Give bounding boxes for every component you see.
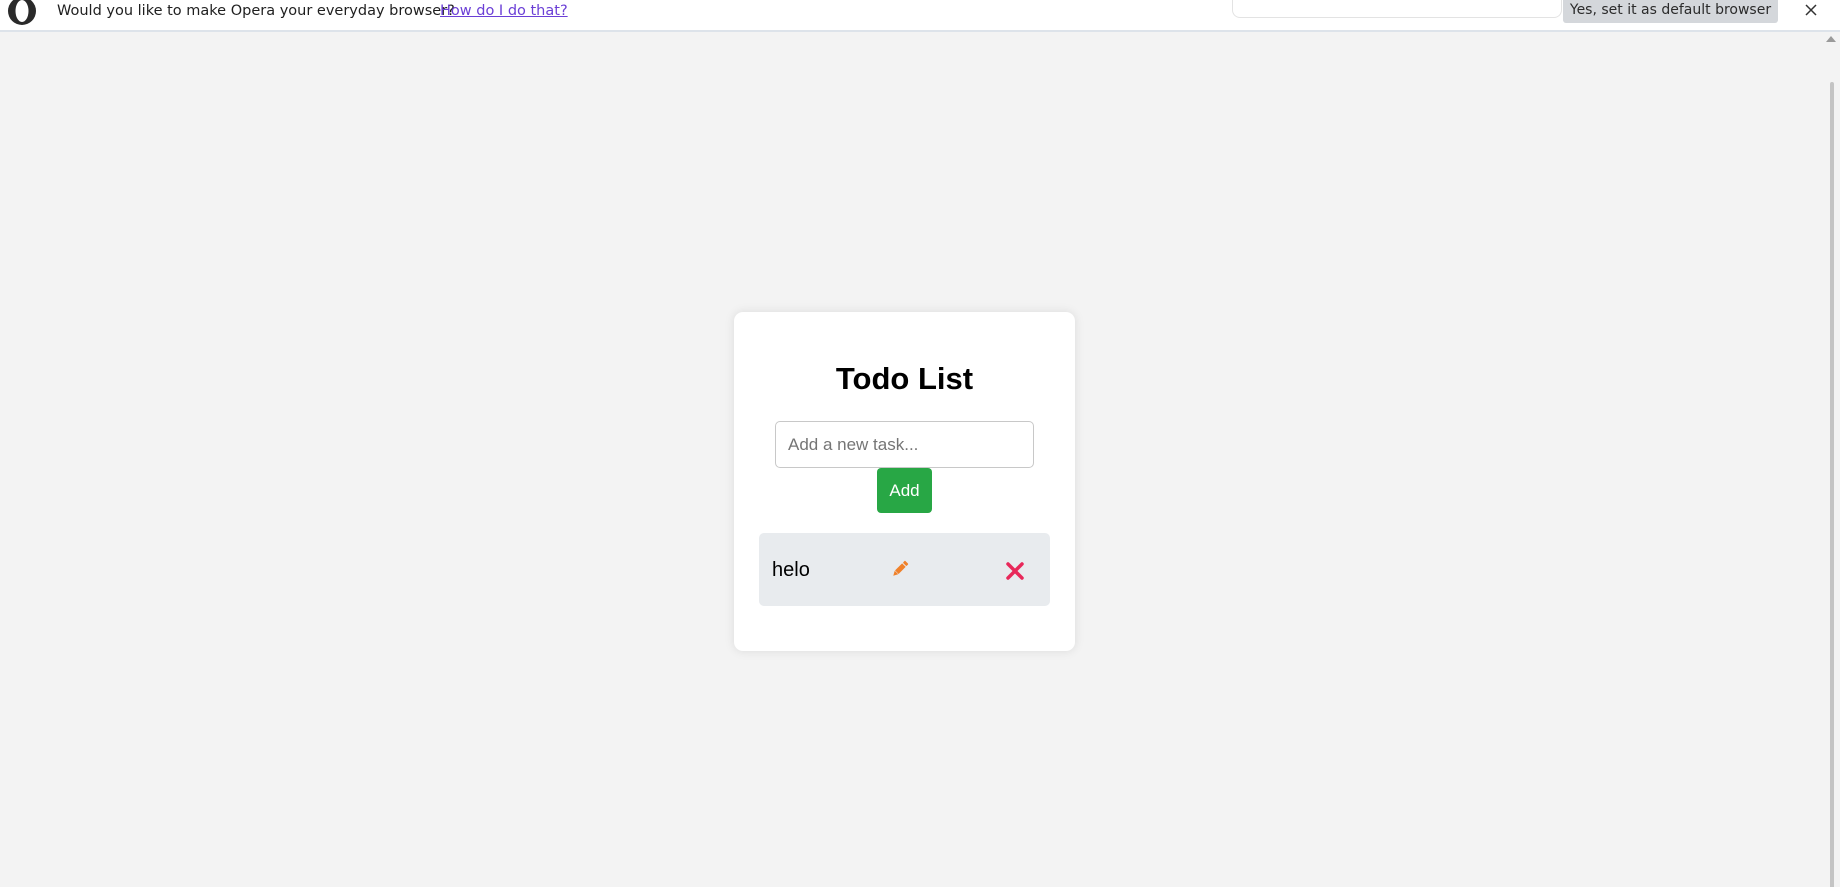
add-task-button[interactable]: Add bbox=[877, 468, 932, 513]
how-do-i-do-that-link[interactable]: How do I do that? bbox=[440, 3, 568, 19]
default-browser-infobar: Would you like to make Opera your everyd… bbox=[0, 0, 1840, 32]
infobar-message: Would you like to make Opera your everyd… bbox=[57, 3, 455, 19]
new-task-input[interactable] bbox=[775, 421, 1034, 468]
cross-icon[interactable] bbox=[1004, 560, 1026, 582]
scroll-up-arrow-icon[interactable] bbox=[1826, 36, 1836, 42]
close-icon[interactable] bbox=[1800, 0, 1822, 21]
infobar-secondary-button[interactable] bbox=[1232, 0, 1562, 18]
opera-logo-icon bbox=[8, 0, 36, 25]
pencil-icon[interactable] bbox=[890, 559, 910, 579]
scrollbar-thumb[interactable] bbox=[1830, 82, 1834, 887]
todo-list-item: helo bbox=[759, 533, 1050, 606]
page-title: Todo List bbox=[835, 361, 974, 396]
set-default-browser-button[interactable]: Yes, set it as default browser bbox=[1563, 0, 1778, 23]
todo-card: Todo List Add helo bbox=[734, 312, 1075, 651]
todo-item-text: helo bbox=[772, 559, 810, 581]
page-scrollbar[interactable] bbox=[1823, 32, 1840, 887]
